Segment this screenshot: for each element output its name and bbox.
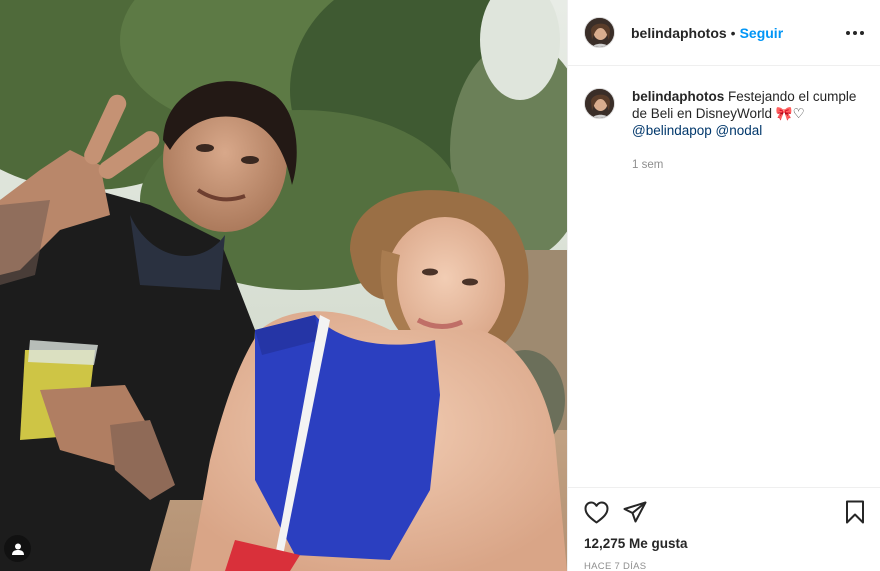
user-tag-button[interactable] — [4, 535, 31, 562]
mention-nodal[interactable]: @nodal — [716, 123, 763, 138]
likes-count[interactable]: 12,275 Me gusta — [584, 536, 865, 551]
comments-section: belindaphotos Festejando el cumple de Be… — [568, 66, 880, 174]
caption-avatar[interactable] — [584, 88, 615, 119]
caption-body: belindaphotos Festejando el cumple de Be… — [632, 88, 864, 174]
bookmark-icon — [846, 500, 864, 524]
author-avatar[interactable] — [584, 17, 615, 48]
caption-age: 1 sem — [632, 159, 664, 171]
author-username[interactable]: belindaphotos — [631, 25, 727, 41]
separator-dot: • — [730, 24, 736, 41]
paper-plane-icon — [623, 501, 647, 523]
post-timestamp[interactable]: HACE 7 DÍAS — [584, 561, 865, 571]
follow-button[interactable]: Seguir — [740, 25, 784, 41]
caption-comment: belindaphotos Festejando el cumple de Be… — [584, 88, 864, 174]
post-photo-image — [0, 0, 567, 571]
user-tag-icon — [11, 543, 24, 555]
post-actions: 12,275 Me gusta HACE 7 DÍAS — [568, 487, 880, 571]
save-button[interactable] — [845, 500, 865, 524]
share-button[interactable] — [623, 501, 647, 523]
caption-username[interactable]: belindaphotos — [632, 89, 724, 104]
like-button[interactable] — [584, 501, 609, 524]
post-side-panel: belindaphotos • Seguir belindaphotos Fes… — [567, 0, 880, 571]
post-header: belindaphotos • Seguir — [568, 0, 880, 66]
more-options-icon[interactable] — [846, 27, 864, 39]
post-photo[interactable] — [0, 0, 567, 571]
mention-belindapop[interactable]: @belindapop — [632, 123, 712, 138]
heart-icon — [584, 501, 609, 523]
action-icons — [584, 498, 865, 526]
